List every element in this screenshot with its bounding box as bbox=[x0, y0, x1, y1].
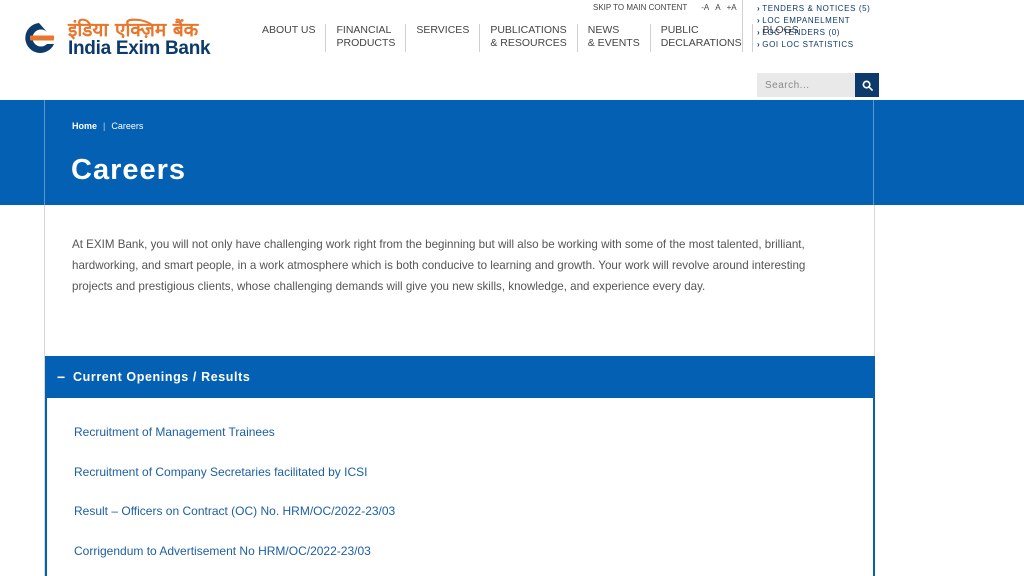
india-exim-bank-logo[interactable]: इंडिया एक्ज़िम बैंक India Exim Bank bbox=[16, 14, 221, 60]
nav-label: NEWS bbox=[587, 24, 620, 36]
nav-financial-products[interactable]: FINANCIAL PRODUCTS bbox=[326, 24, 407, 52]
main-nav: ABOUT US FINANCIAL PRODUCTS SERVICES PUBL… bbox=[252, 24, 809, 54]
nav-label: & EVENTS bbox=[587, 37, 640, 49]
font-increase-button[interactable]: +A bbox=[727, 3, 737, 12]
font-size-controls: -A A +A bbox=[701, 3, 736, 12]
link-corrigendum-advertisement[interactable]: Corrigendum to Advertisement No HRM/OC/2… bbox=[74, 544, 371, 558]
quick-link-goi-loc-statistics[interactable]: GOI LOC STATISTICS bbox=[757, 39, 870, 51]
exim-logo-icon bbox=[25, 23, 54, 53]
careers-intro-text: At EXIM Bank, you will not only have cha… bbox=[72, 238, 806, 293]
banner-inner: Home | Careers Careers bbox=[44, 100, 874, 205]
nav-label: PUBLICATIONS bbox=[490, 24, 567, 36]
font-decrease-button[interactable]: -A bbox=[701, 3, 709, 12]
accordion-body: Recruitment of Management Trainees Recru… bbox=[45, 398, 875, 576]
accordion-title: Current Openings / Results bbox=[73, 370, 251, 384]
nav-label: FINANCIAL bbox=[336, 24, 392, 36]
link-company-secretaries[interactable]: Recruitment of Company Secretaries facil… bbox=[74, 465, 367, 479]
link-result-officers-on-contract[interactable]: Result – Officers on Contract (OC) No. H… bbox=[74, 504, 395, 518]
skip-to-main-link[interactable]: SKIP TO MAIN CONTENT bbox=[593, 3, 687, 12]
logo-english-text: India Exim Bank bbox=[68, 38, 211, 59]
quick-links: TENDERS & NOTICES (5) LOC EMPANELMENT LO… bbox=[742, 0, 870, 52]
nav-label: PRODUCTS bbox=[336, 37, 396, 49]
main-content: At EXIM Bank, you will not only have cha… bbox=[44, 205, 875, 576]
quick-link-loc-tenders[interactable]: LOC TENDERS (0) bbox=[757, 27, 870, 39]
utility-bar: SKIP TO MAIN CONTENT -A A +A bbox=[593, 3, 737, 12]
search-box bbox=[757, 73, 879, 97]
breadcrumb-home-link[interactable]: Home bbox=[72, 121, 97, 131]
nav-label: SERVICES bbox=[416, 24, 470, 36]
page-title: Careers bbox=[71, 154, 187, 186]
current-openings-accordion: − Current Openings / Results Recruitment… bbox=[45, 356, 875, 576]
nav-about-us[interactable]: ABOUT US bbox=[252, 24, 327, 52]
search-icon bbox=[862, 80, 873, 91]
site-header: इंडिया एक्ज़िम बैंक India Exim Bank ABOU… bbox=[0, 0, 1024, 100]
nav-public-declarations[interactable]: PUBLIC DECLARATIONS bbox=[651, 24, 753, 52]
nav-services[interactable]: SERVICES bbox=[406, 24, 481, 52]
nav-label: PUBLIC bbox=[660, 24, 699, 36]
quick-link-tenders[interactable]: TENDERS & NOTICES (5) bbox=[757, 3, 870, 15]
nav-label: ABOUT US bbox=[262, 24, 316, 36]
nav-publications[interactable]: PUBLICATIONS & RESOURCES bbox=[480, 24, 578, 52]
quick-link-loc-empanelment[interactable]: LOC EMPANELMENT bbox=[757, 15, 870, 27]
font-normal-button[interactable]: A bbox=[715, 3, 720, 12]
nav-label: & RESOURCES bbox=[490, 37, 567, 49]
breadcrumb-separator: | bbox=[103, 121, 106, 131]
link-management-trainees[interactable]: Recruitment of Management Trainees bbox=[74, 425, 275, 439]
breadcrumb: Home | Careers bbox=[72, 121, 143, 131]
nav-label: DECLARATIONS bbox=[660, 37, 742, 49]
breadcrumb-current: Careers bbox=[111, 121, 144, 131]
search-button[interactable] bbox=[855, 73, 879, 97]
collapse-minus-icon[interactable]: − bbox=[57, 369, 65, 385]
page-banner: Home | Careers Careers bbox=[0, 100, 1024, 205]
nav-news-events[interactable]: NEWS & EVENTS bbox=[578, 24, 651, 52]
accordion-header[interactable]: − Current Openings / Results bbox=[45, 356, 875, 398]
search-input[interactable] bbox=[757, 73, 855, 97]
